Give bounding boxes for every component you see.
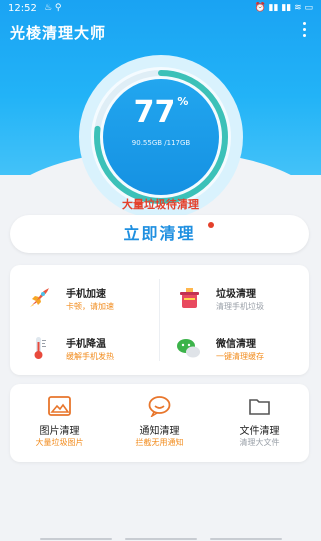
tool-notification-clean[interactable]: 通知清理 拦截无用通知 <box>110 384 209 462</box>
app-title: 光棱清理大师 <box>10 24 107 42</box>
nav-segment <box>125 538 197 540</box>
more-menu-icon[interactable] <box>301 22 307 40</box>
junk-alert: 大量垃圾待清理 <box>122 198 199 211</box>
feature-name: 手机加速 <box>66 289 106 300</box>
feature-phone-cool[interactable]: 手机降温 缓解手机发热 <box>10 321 155 371</box>
feature-name: 垃圾清理 <box>216 289 256 300</box>
feature-card: 手机加速 卡顿，请加速 垃圾清理 清理手机垃圾 手机降温 缓解手机发热 微信清理… <box>10 265 309 375</box>
status-bar: 12:52 ♨ ⚲ ⏰ ▮▮ ▮▮ ≋ ▭ <box>0 0 321 18</box>
tool-file-clean[interactable]: 文件清理 清理大文件 <box>210 384 309 462</box>
tool-name: 文件清理 <box>239 426 280 437</box>
tool-image-clean[interactable]: 图片清理 大量垃圾图片 <box>10 384 109 462</box>
tool-desc: 清理大文件 <box>239 438 280 447</box>
system-icons: ⏰ ▮▮ ▮▮ ≋ ▭ <box>254 3 313 13</box>
feature-name: 微信清理 <box>216 339 256 350</box>
feature-desc: 卡顿，请加速 <box>66 302 114 311</box>
tool-desc: 大量垃圾图片 <box>35 438 84 447</box>
feature-wechat-clean[interactable]: 微信清理 一键清理缓存 <box>160 321 305 371</box>
feature-desc: 一键清理缓存 <box>216 352 264 361</box>
storage-usage: 90.55GB /117GB <box>131 139 191 147</box>
thermometer-icon <box>34 337 46 359</box>
status-time: 12:52 <box>8 3 37 14</box>
tools-card: 图片清理 大量垃圾图片 通知清理 拦截无用通知 文件清理 清理大文件 <box>10 384 309 462</box>
notification-icons: ♨ ⚲ <box>44 3 62 13</box>
feature-name: 手机降温 <box>66 339 106 350</box>
trash-icon <box>180 288 199 308</box>
feature-junk-clean[interactable]: 垃圾清理 清理手机垃圾 <box>160 271 305 321</box>
gauge-chart <box>94 70 228 204</box>
feature-desc: 清理手机垃圾 <box>216 302 264 311</box>
tool-name: 图片清理 <box>39 426 80 437</box>
folder-icon <box>249 399 270 415</box>
clean-now-button[interactable]: 立即清理 <box>10 215 309 253</box>
clean-now-label: 立即清理 <box>123 224 196 243</box>
usage-percent: 77% <box>79 95 243 130</box>
feature-desc: 缓解手机发热 <box>66 352 114 361</box>
wechat-icon <box>177 339 200 358</box>
nav-segment <box>40 538 112 540</box>
tool-name: 通知清理 <box>139 426 180 437</box>
percent-sign: % <box>177 95 189 108</box>
tool-desc: 拦截无用通知 <box>135 438 184 447</box>
image-icon <box>48 396 71 416</box>
nav-segment <box>210 538 282 540</box>
storage-gauge: 77% 90.55GB /117GB <box>79 55 243 219</box>
usage-percent-value: 77 <box>133 95 176 130</box>
badge-dot <box>208 222 214 228</box>
feature-phone-boost[interactable]: 手机加速 卡顿，请加速 <box>10 271 155 321</box>
rocket-icon <box>30 288 49 307</box>
bottom-navigation-hint <box>0 532 321 541</box>
notification-icon <box>148 396 171 417</box>
